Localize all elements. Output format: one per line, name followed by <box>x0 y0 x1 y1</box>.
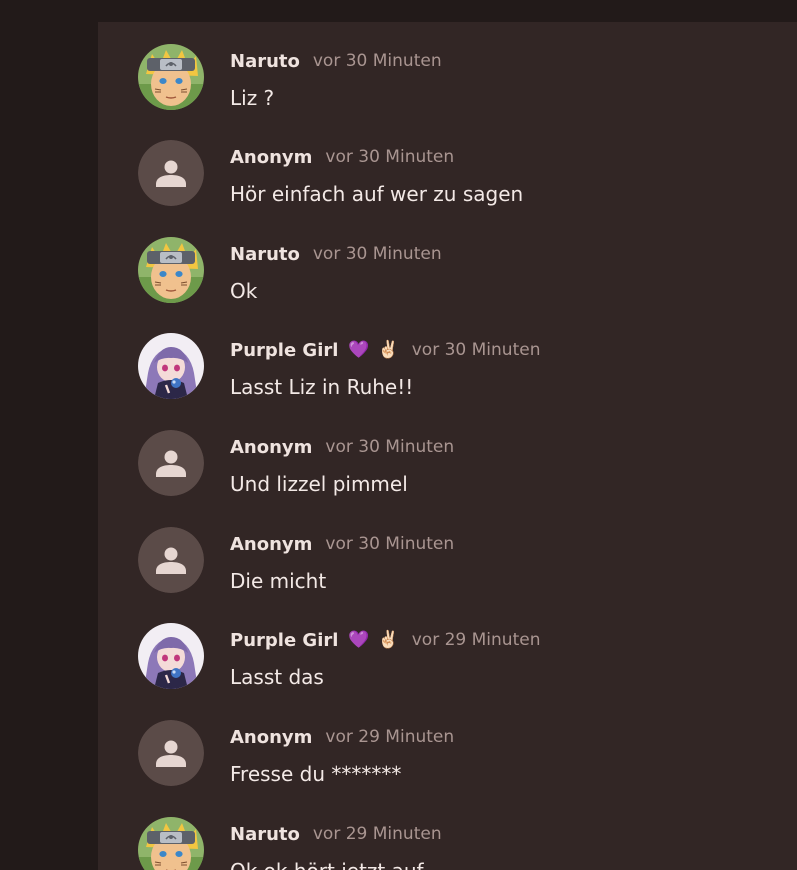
message-text: Ok <box>230 279 258 303</box>
chat-message: Anonym vor 29 Minuten Fresse du ******* <box>98 720 797 816</box>
chat-message: Anonym vor 30 Minuten Die micht <box>98 527 797 623</box>
message-header: Naruto vor 29 Minuten <box>230 821 442 847</box>
chat-message: Anonym vor 30 Minuten Hör einfach auf we… <box>98 140 797 236</box>
message-text: Hör einfach auf wer zu sagen <box>230 182 524 206</box>
chat-message: Naruto vor 29 Minuten Ok ok hört jetzt a… <box>98 817 797 870</box>
purple-girl-avatar[interactable] <box>138 333 204 399</box>
username[interactable]: Anonym <box>230 534 312 555</box>
timestamp: vor 29 Minuten <box>312 824 442 844</box>
username[interactable]: Purple Girl <box>230 630 338 651</box>
chat-message: Naruto vor 30 Minuten Ok <box>98 237 797 333</box>
person-icon <box>164 160 178 174</box>
username[interactable]: Anonym <box>230 727 312 748</box>
message-text: Ok ok hört jetzt auf <box>230 859 424 870</box>
chat-message: Anonym vor 30 Minuten Und lizzel pimmel <box>98 430 797 526</box>
left-gutter <box>0 0 98 870</box>
victory-hand-icon: ✌🏻 <box>377 339 399 360</box>
timestamp: vor 30 Minuten <box>411 340 541 360</box>
message-header: Anonym vor 30 Minuten <box>230 434 454 460</box>
message-text: Liz ? <box>230 86 275 110</box>
purple-heart-icon: 💜 <box>348 629 370 650</box>
chat-message: Naruto vor 30 Minuten Liz ? <box>98 44 797 140</box>
naruto-avatar[interactable] <box>138 817 204 870</box>
message-header: Naruto vor 30 Minuten <box>230 241 442 267</box>
message-header: Anonym vor 29 Minuten <box>230 724 454 750</box>
username[interactable]: Anonym <box>230 147 312 168</box>
timestamp: vor 30 Minuten <box>312 51 442 71</box>
chat-message: Purple Girl 💜 ✌🏻 vor 29 Minuten Lasst da… <box>98 623 797 719</box>
anonymous-avatar[interactable] <box>138 527 204 593</box>
naruto-avatar[interactable] <box>138 237 204 303</box>
message-text: Fresse du ******* <box>230 762 402 786</box>
victory-hand-icon: ✌🏻 <box>377 629 399 650</box>
person-icon <box>164 740 178 754</box>
purple-heart-icon: 💜 <box>348 339 370 360</box>
timestamp: vor 30 Minuten <box>325 437 455 457</box>
timestamp: vor 30 Minuten <box>325 534 455 554</box>
purple-girl-avatar[interactable] <box>138 623 204 689</box>
timestamp: vor 30 Minuten <box>325 147 455 167</box>
chat-message: Purple Girl 💜 ✌🏻 vor 30 Minuten Lasst Li… <box>98 333 797 429</box>
message-text: Und lizzel pimmel <box>230 472 408 496</box>
message-text: Die micht <box>230 569 327 593</box>
top-bar <box>0 0 797 22</box>
username[interactable]: Naruto <box>230 51 300 72</box>
anonymous-avatar[interactable] <box>138 720 204 786</box>
message-header: Purple Girl 💜 ✌🏻 vor 30 Minuten <box>230 337 540 363</box>
timestamp: vor 29 Minuten <box>325 727 455 747</box>
username[interactable]: Purple Girl <box>230 340 338 361</box>
message-header: Purple Girl 💜 ✌🏻 vor 29 Minuten <box>230 627 540 653</box>
chat-panel[interactable]: Naruto vor 30 Minuten Liz ? Anonym vor 3… <box>98 22 797 870</box>
anonymous-avatar[interactable] <box>138 430 204 496</box>
message-header: Anonym vor 30 Minuten <box>230 144 454 170</box>
person-icon <box>164 450 178 464</box>
anonymous-avatar[interactable] <box>138 140 204 206</box>
naruto-avatar[interactable] <box>138 44 204 110</box>
message-header: Naruto vor 30 Minuten <box>230 48 442 74</box>
timestamp: vor 30 Minuten <box>312 244 442 264</box>
message-header: Anonym vor 30 Minuten <box>230 531 454 557</box>
username[interactable]: Naruto <box>230 244 300 265</box>
username[interactable]: Anonym <box>230 437 312 458</box>
username[interactable]: Naruto <box>230 824 300 845</box>
message-text: Lasst Liz in Ruhe!! <box>230 375 414 399</box>
person-icon <box>164 547 178 561</box>
timestamp: vor 29 Minuten <box>411 630 541 650</box>
message-text: Lasst das <box>230 665 324 689</box>
